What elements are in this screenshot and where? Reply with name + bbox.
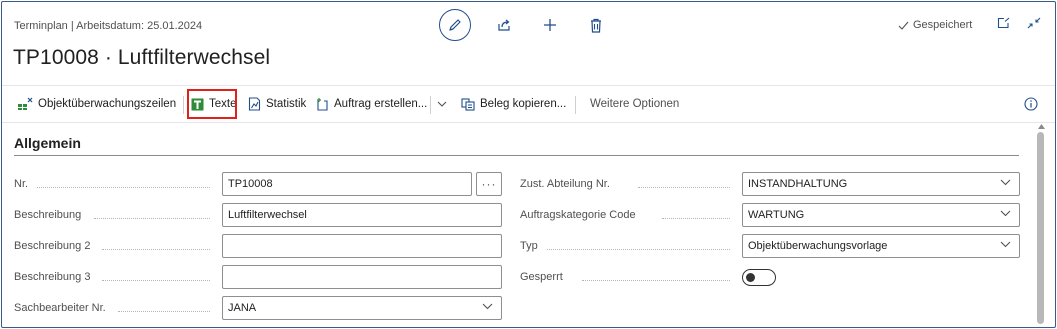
weitere-optionen-label: Weitere Optionen	[590, 98, 680, 110]
divider	[430, 96, 431, 114]
beschreibung2-label: Beschreibung 2	[14, 240, 91, 252]
share-button[interactable]	[495, 16, 513, 34]
chevron-down-icon	[437, 101, 447, 107]
typ-select[interactable]: Objektüberwachungsvorlage	[742, 234, 1020, 258]
objektueberwachungszeilen-label: Objektüberwachungszeilen	[38, 98, 177, 110]
divider	[183, 96, 184, 114]
highlight-box	[187, 89, 237, 119]
sachbearbeiter-value: JANA	[228, 302, 257, 314]
leader-dots	[102, 249, 210, 250]
add-button[interactable]	[541, 16, 559, 34]
scroll-up-icon[interactable]	[1038, 124, 1045, 129]
info-button[interactable]	[1024, 97, 1038, 116]
checkmark-icon	[898, 21, 909, 30]
open-new-window-button[interactable]	[997, 17, 1010, 29]
leader-dots	[37, 187, 210, 188]
more-icon: ···	[481, 177, 497, 191]
lines-icon	[18, 97, 33, 110]
info-icon	[1024, 97, 1038, 111]
save-status: Gespeichert	[898, 19, 972, 31]
edit-icon	[449, 19, 461, 31]
divider	[575, 96, 576, 114]
abteilung-label: Zust. Abteilung Nr.	[520, 178, 610, 190]
sachbearbeiter-select[interactable]: JANA	[222, 296, 502, 320]
more-actions-dropdown[interactable]	[437, 86, 452, 122]
delete-button[interactable]	[587, 16, 605, 34]
leader-dots	[102, 280, 210, 281]
objektueberwachungszeilen-action[interactable]: Objektüberwachungszeilen	[17, 86, 176, 122]
beschreibung3-field[interactable]	[222, 265, 502, 289]
copy-document-icon	[461, 97, 475, 111]
page-title: TP10008 · Luftfilterwechsel	[13, 46, 271, 69]
typ-label: Typ	[520, 240, 538, 252]
add-icon	[544, 19, 556, 31]
edit-button[interactable]	[439, 9, 471, 41]
delete-icon	[591, 18, 601, 33]
statistik-label: Statistik	[266, 98, 307, 110]
section-title: Allgemein	[14, 135, 81, 151]
section-divider	[14, 155, 1019, 156]
breadcrumb: Terminplan | Arbeitsdatum: 25.01.2024	[14, 20, 203, 32]
leader-dots	[662, 218, 730, 219]
scrollbar-thumb[interactable]	[1037, 132, 1044, 324]
kategorie-label: Auftragskategorie Code	[520, 209, 636, 221]
new-document-icon	[317, 98, 328, 111]
nr-field[interactable]: TP10008	[222, 172, 472, 196]
kategorie-select[interactable]: WARTUNG	[742, 203, 1020, 227]
page-frame: Terminplan | Arbeitsdatum: 25.01.2024 TP…	[1, 1, 1056, 328]
abteilung-value: INSTANDHALTUNG	[748, 178, 848, 190]
save-status-label: Gespeichert	[913, 19, 973, 31]
chevron-down-icon	[1000, 241, 1011, 248]
abteilung-select[interactable]: INSTANDHALTUNG	[742, 172, 1020, 196]
chevron-down-icon	[1000, 210, 1011, 217]
statistik-action[interactable]: Statistik	[248, 86, 306, 122]
beschreibung-label: Beschreibung	[14, 209, 82, 221]
auftrag-erstellen-label: Auftrag erstellen...	[334, 98, 428, 110]
kategorie-value: WARTUNG	[748, 209, 805, 221]
gesperrt-label: Gesperrt	[520, 271, 563, 283]
action-bar: Objektüberwachungszeilen Texte Statistik	[2, 85, 1055, 123]
sachbearbeiter-label: Sachbearbeiter Nr.	[14, 302, 106, 314]
auftrag-erstellen-action[interactable]: Auftrag erstellen...	[315, 86, 427, 122]
collapse-icon	[1027, 17, 1041, 29]
beleg-kopieren-label: Beleg kopieren...	[480, 98, 567, 110]
beschreibung3-label: Beschreibung 3	[14, 271, 91, 283]
typ-value: Objektüberwachungsvorlage	[748, 240, 888, 252]
header-actions	[439, 9, 633, 41]
beschreibung-field[interactable]: Luftfilterwechsel	[222, 203, 502, 227]
gesperrt-toggle[interactable]	[742, 269, 776, 286]
toggle-knob	[746, 272, 755, 282]
weitere-optionen-action[interactable]: Weitere Optionen	[590, 86, 679, 122]
collapse-button[interactable]	[1027, 17, 1041, 29]
leader-dots	[118, 311, 210, 312]
statistics-icon	[248, 97, 261, 111]
share-icon	[498, 19, 510, 31]
beleg-kopieren-action[interactable]: Beleg kopieren...	[461, 86, 566, 122]
nr-lookup-button[interactable]: ···	[476, 172, 502, 196]
nr-label: Nr.	[14, 178, 29, 190]
open-in-new-window-icon	[997, 17, 1010, 29]
leader-dots	[94, 218, 210, 219]
leader-dots	[638, 187, 730, 188]
chevron-down-icon	[482, 303, 493, 310]
chevron-down-icon	[1000, 179, 1011, 186]
leader-dots	[582, 280, 730, 281]
beschreibung2-field[interactable]	[222, 234, 502, 258]
leader-dots	[547, 249, 730, 250]
